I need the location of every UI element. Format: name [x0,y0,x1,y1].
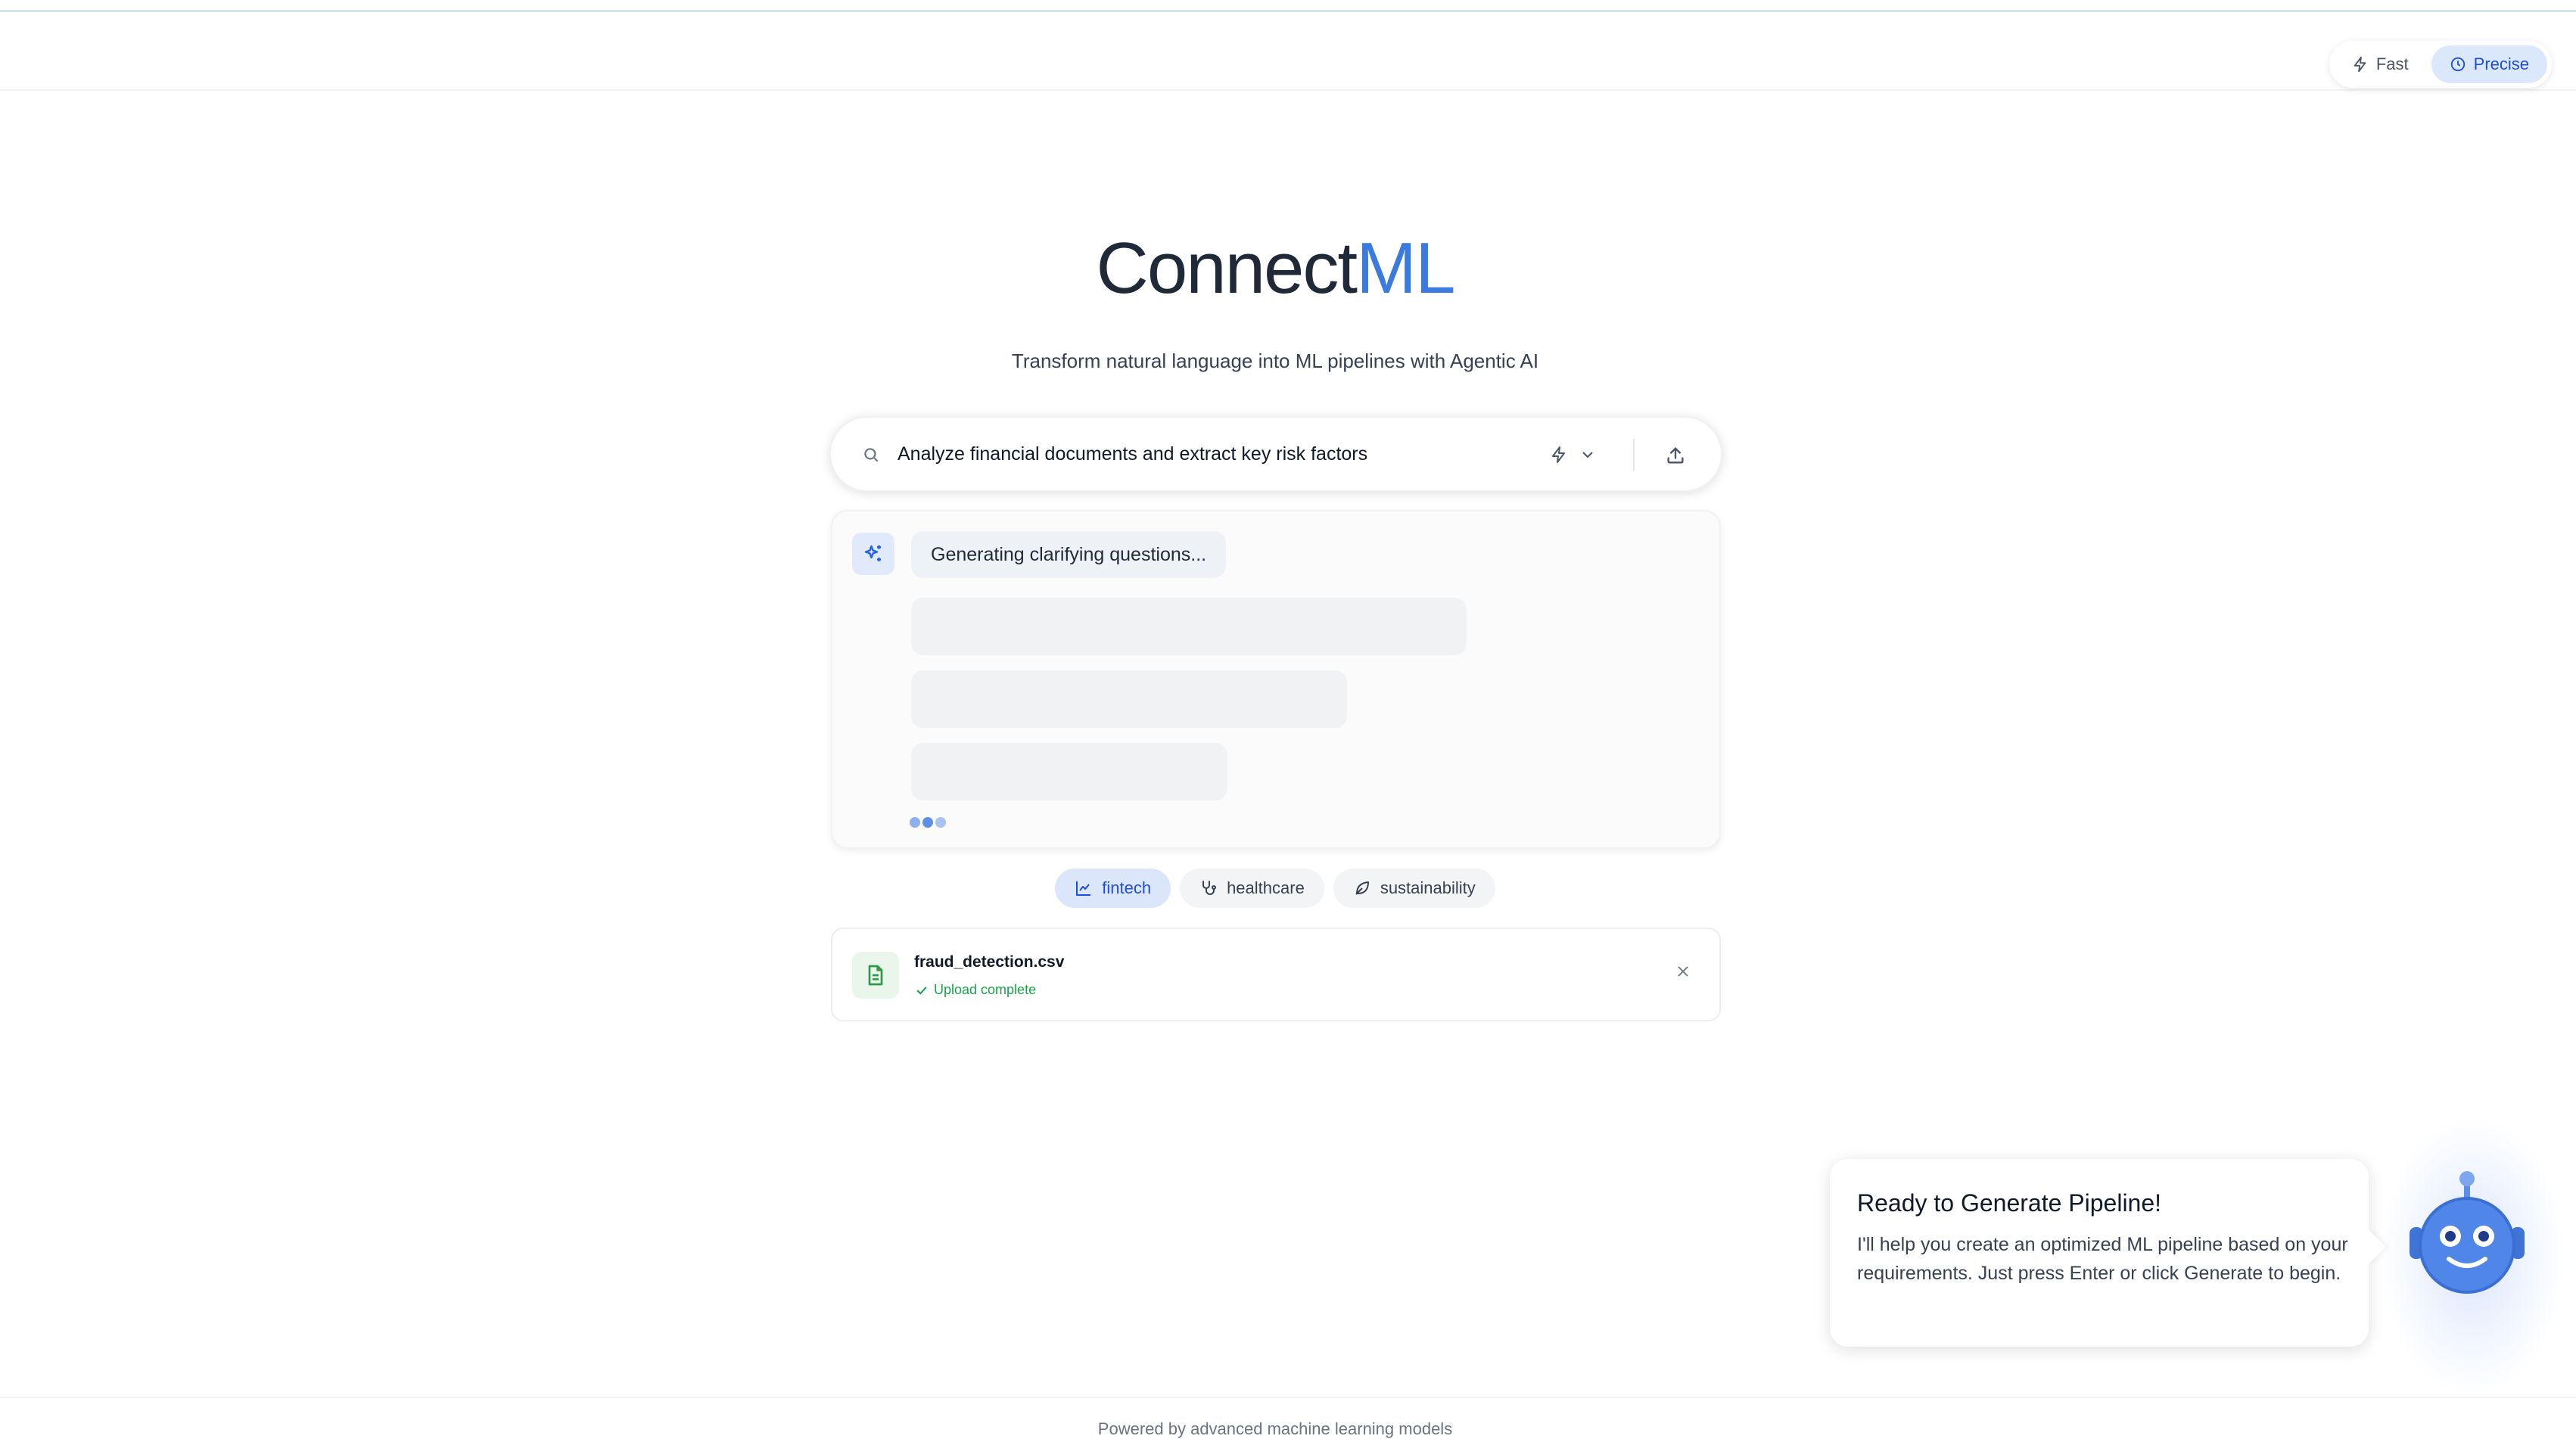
search-divider [1633,439,1635,471]
upload-icon [1667,447,1684,464]
model-selector[interactable] [1550,440,1609,469]
chart-line-icon [1076,881,1091,896]
mode-toggle: Fast Precise [2329,41,2552,88]
loading-dot [935,817,946,828]
stethoscope-icon [1202,881,1217,895]
tag-label: healthcare [1227,878,1305,897]
leaf-icon [1355,881,1369,895]
upload-status-text: Upload complete [934,982,1037,997]
uploaded-file-card: fraud_detection.csv Upload complete [831,928,1721,1021]
app-logo: ConnectML [0,227,2550,310]
skeleton-question [911,670,1347,728]
clock-icon [2450,57,2465,72]
tag-label: fintech [1102,878,1152,897]
assistant-message-card: Ready to Generate Pipeline! I'll help yo… [1830,1159,2369,1347]
tag-label: sustainability [1380,878,1476,897]
robot-assistant-icon[interactable] [2406,1170,2528,1298]
fast-mode-button[interactable]: Fast [2334,45,2427,83]
loading-dot [910,817,920,828]
bolt-icon [1552,446,1565,463]
fast-mode-label: Fast [2375,54,2409,73]
chevron-down-icon [1582,452,1593,458]
top-accent-line [0,0,2576,12]
header: Fast Precise [0,12,2576,91]
document-icon [868,965,883,986]
logo-accent-text: ML [1356,228,1455,309]
check-icon [916,986,927,995]
upload-button[interactable] [1659,439,1692,472]
loading-dot [922,817,933,828]
page-subtitle: Transform natural language into ML pipel… [1011,350,1539,372]
prompt-search-bar [829,416,1722,492]
tag-healthcare[interactable]: healthcare [1180,869,1324,908]
assistant-title: Ready to Generate Pipeline! [1857,1189,2162,1217]
prompt-input[interactable] [898,437,1579,471]
ai-avatar [852,533,894,575]
status-message: Generating clarifying questions... [911,531,1227,578]
remove-file-button[interactable] [1671,959,1695,984]
domain-tags: fintech healthcare sustainability [0,869,2550,908]
loading-dots [910,817,946,828]
footer-text: Powered by advanced machine learning mod… [1097,1419,1453,1438]
close-icon [1678,966,1688,977]
precise-mode-button[interactable]: Precise [2431,45,2547,83]
sparkles-icon [864,545,881,561]
clarifying-questions-panel: Generating clarifying questions... [831,510,1721,849]
skeleton-question [911,598,1467,655]
file-name: fraud_detection.csv [914,953,1065,971]
file-icon [852,952,899,999]
assistant-message: I'll help you create an optimized ML pip… [1857,1234,2348,1284]
tag-sustainability[interactable]: sustainability [1333,869,1495,908]
precise-mode-label: Precise [2473,54,2529,73]
tag-fintech[interactable]: fintech [1055,869,1171,908]
bolt-icon [2354,56,2366,73]
logo-primary-text: Connect [1096,228,1358,309]
search-icon [864,448,879,462]
skeleton-question [911,743,1227,800]
upload-status: Upload complete [914,982,1036,998]
